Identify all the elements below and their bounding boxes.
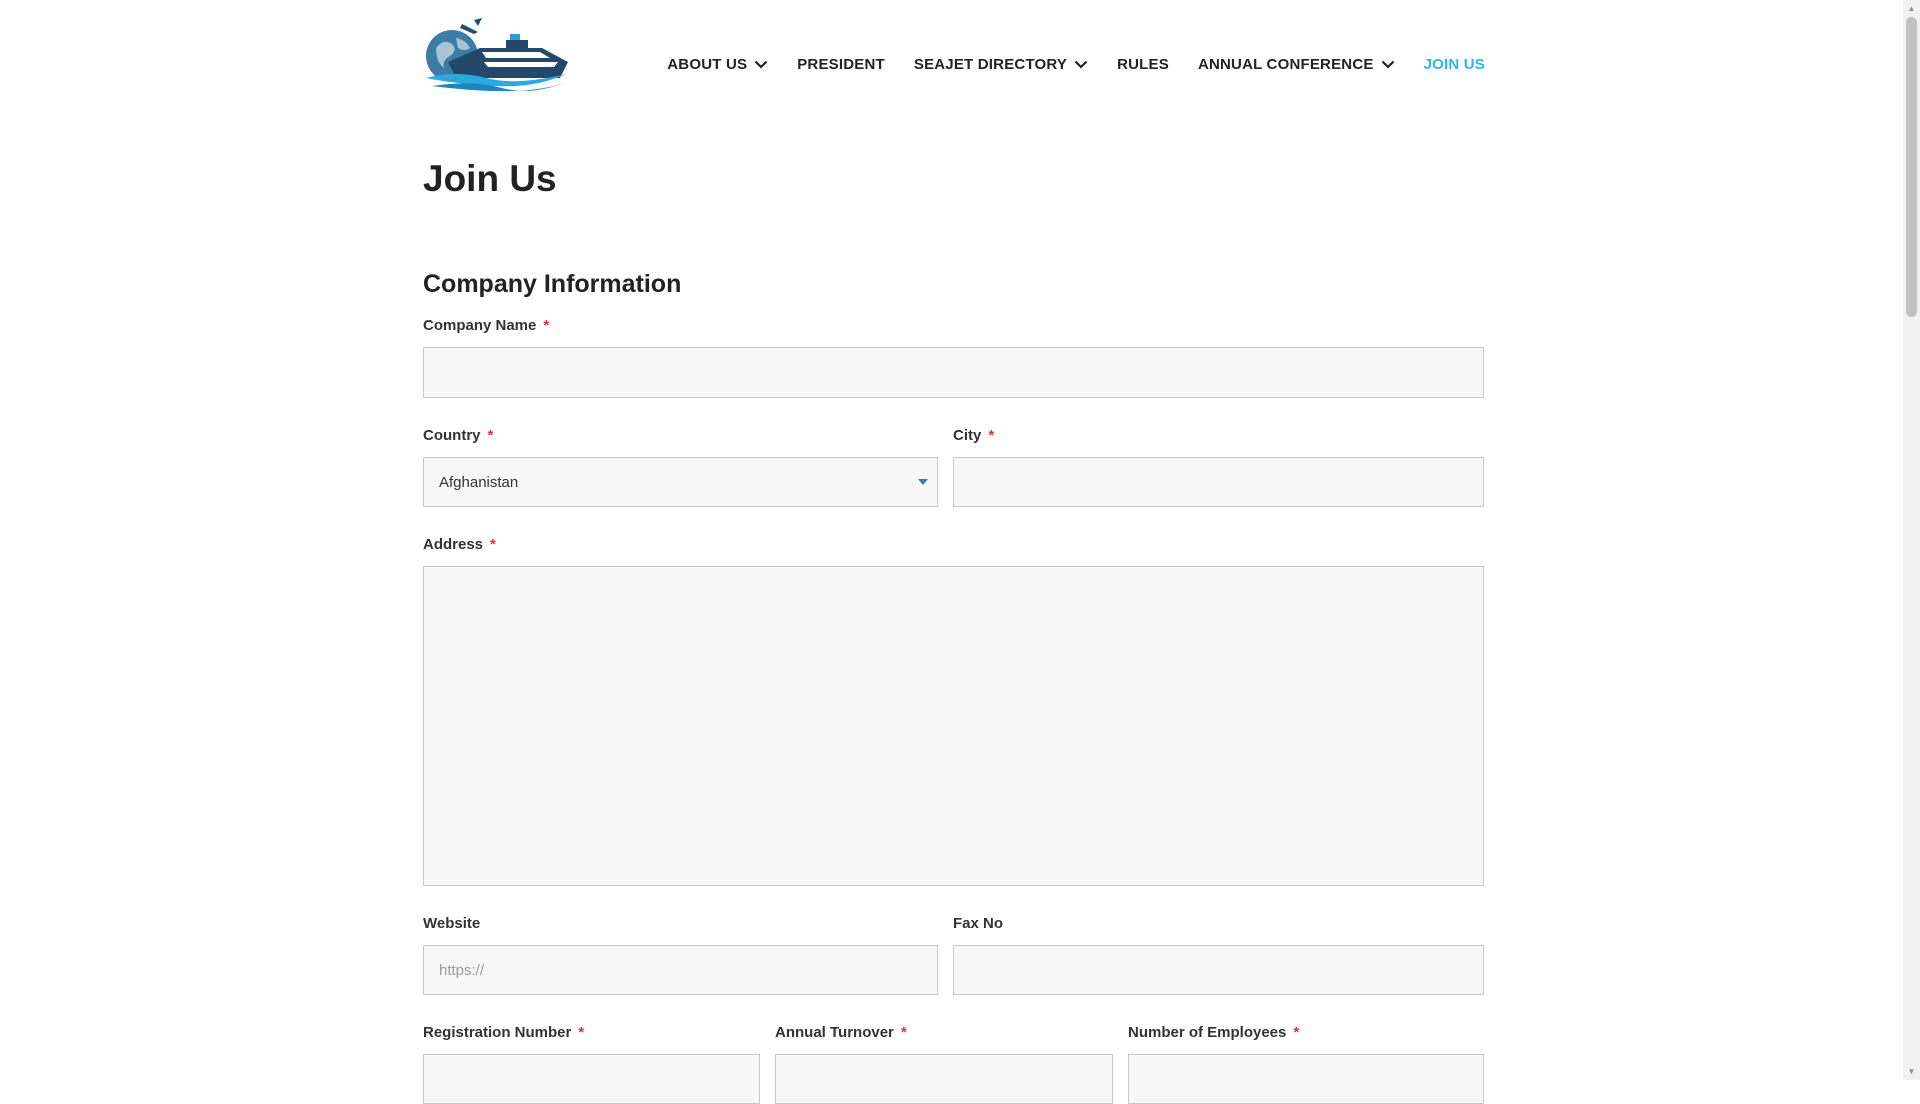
required-marker: * <box>487 427 494 444</box>
website-input[interactable] <box>423 945 938 995</box>
scroll-up-arrow-icon[interactable]: ▲ <box>1903 0 1920 17</box>
caret-down-icon <box>918 479 928 485</box>
nav-item-rules[interactable]: RULES <box>1117 56 1169 73</box>
address-field: Address * <box>423 537 1484 891</box>
scroll-down-arrow-icon[interactable]: ▼ <box>1903 1063 1920 1080</box>
city-input[interactable] <box>953 457 1484 507</box>
nav-item-join-us[interactable]: JOIN US <box>1424 56 1485 73</box>
nav-label: JOIN US <box>1423 56 1485 73</box>
section-title: Company Information <box>423 270 682 298</box>
registration-number-label: Registration Number * <box>423 1024 585 1041</box>
website-field: Website <box>423 916 938 995</box>
fax-no-field: Fax No <box>953 916 1484 995</box>
nav-label: ABOUT US <box>667 56 748 73</box>
number-of-employees-input[interactable] <box>1128 1054 1484 1104</box>
page-title: Join Us <box>423 158 557 199</box>
site-logo[interactable] <box>422 18 572 94</box>
fax-no-input[interactable] <box>953 945 1484 995</box>
city-label: City * <box>953 427 995 444</box>
site-header: ABOUT US PRESIDENT SEAJET DIRECTORY RULE… <box>420 18 1485 98</box>
company-name-field: Company Name * <box>423 318 1484 398</box>
nav-label: RULES <box>1117 56 1169 73</box>
scrollbar-thumb[interactable] <box>1906 17 1917 317</box>
website-label: Website <box>423 915 481 932</box>
annual-turnover-input[interactable] <box>775 1054 1113 1104</box>
main-nav: ABOUT US PRESIDENT SEAJET DIRECTORY RULE… <box>667 56 1485 73</box>
registration-number-input[interactable] <box>423 1054 760 1104</box>
country-label: Country * <box>423 427 494 444</box>
company-name-label: Company Name * <box>423 317 550 334</box>
required-marker: * <box>490 536 496 553</box>
company-name-input[interactable] <box>423 347 1484 398</box>
country-field: Country * Afghanistan <box>423 428 938 507</box>
city-field: City * <box>953 428 1484 507</box>
required-marker: * <box>900 1024 907 1041</box>
required-marker: * <box>1293 1024 1300 1041</box>
chevron-down-icon <box>1074 60 1088 69</box>
nav-label: ANNUAL CONFERENCE <box>1197 56 1374 73</box>
address-textarea[interactable] <box>423 566 1484 886</box>
nav-label: PRESIDENT <box>797 56 885 73</box>
number-of-employees-label: Number of Employees * <box>1128 1024 1300 1041</box>
required-marker: * <box>988 427 995 444</box>
registration-number-field: Registration Number * <box>423 1025 760 1104</box>
chevron-down-icon <box>1381 60 1394 69</box>
number-of-employees-field: Number of Employees * <box>1128 1025 1484 1104</box>
nav-item-seajet-directory[interactable]: SEAJET DIRECTORY <box>914 56 1088 73</box>
fax-no-label: Fax No <box>953 915 1004 932</box>
nav-item-president[interactable]: PRESIDENT <box>797 56 885 73</box>
required-marker: * <box>543 317 550 334</box>
address-label: Address * <box>423 536 496 553</box>
country-selected-value: Afghanistan <box>439 473 519 491</box>
annual-turnover-label: Annual Turnover * <box>775 1024 907 1041</box>
annual-turnover-field: Annual Turnover * <box>775 1025 1113 1104</box>
nav-item-annual-conference[interactable]: ANNUAL CONFERENCE <box>1198 56 1395 73</box>
required-marker: * <box>578 1024 585 1041</box>
vertical-scrollbar[interactable]: ▲ ▼ <box>1903 0 1920 1080</box>
chevron-down-icon <box>754 60 768 69</box>
country-select[interactable]: Afghanistan <box>423 457 938 507</box>
nav-label: SEAJET DIRECTORY <box>913 56 1068 73</box>
nav-item-about-us[interactable]: ABOUT US <box>667 56 768 73</box>
